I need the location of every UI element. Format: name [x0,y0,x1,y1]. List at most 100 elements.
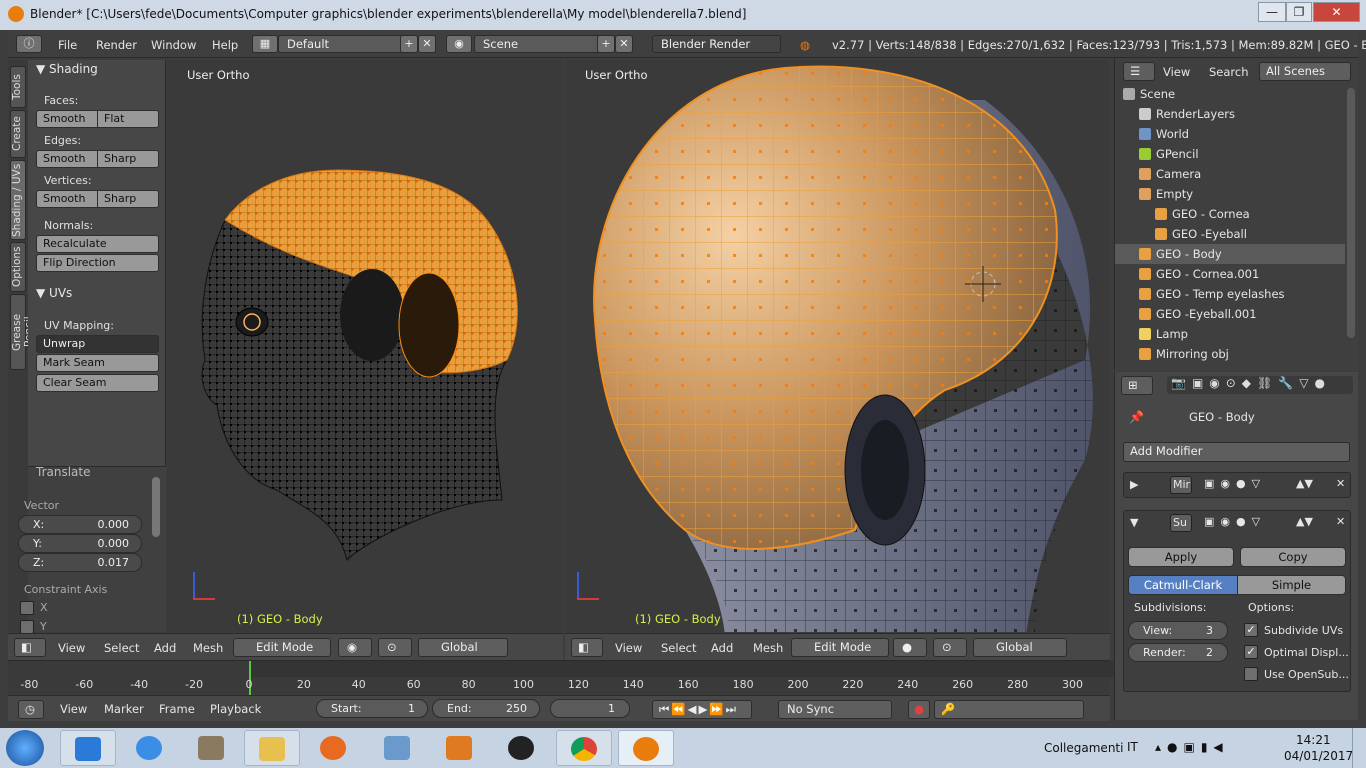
sync-dropdown[interactable]: No Sync [778,700,892,719]
outliner-row[interactable]: World [1115,124,1345,144]
viewport-right[interactable]: User Ortho (1) GEO - Body [565,60,1110,632]
scene-add-icon[interactable]: + [597,35,615,53]
edges-smooth-button[interactable]: Smooth [36,150,98,168]
outliner-row[interactable]: GEO - Temp eyelashes [1115,284,1345,304]
properties-context-tabs[interactable]: 📷▣◉⊙◆⛓🔧▽● [1167,376,1353,394]
menu-add-left[interactable]: Add [154,641,176,655]
apply-button[interactable]: Apply [1128,547,1234,567]
render-subdivisions-field[interactable]: Render: 2 [1128,643,1228,662]
office-taskbar-icon[interactable] [432,730,488,766]
mirror-modifier-name[interactable]: Mir [1170,476,1192,494]
subsurf-modifier-name[interactable]: Su [1170,514,1192,532]
tab-shading-uvs[interactable]: Shading / UVs [10,160,26,240]
outliner-row[interactable]: GEO - Body [1115,244,1345,264]
scene-icon[interactable]: ◉ [446,35,472,53]
clock-time[interactable]: 14:21 [1296,733,1331,747]
outliner-row[interactable]: GPencil [1115,144,1345,164]
layout-icon[interactable]: ▦ [252,35,278,53]
copy-button[interactable]: Copy [1240,547,1346,567]
faces-flat-button[interactable]: Flat [97,110,159,128]
unwrap-dropdown[interactable]: Unwrap [36,335,159,353]
render-engine-dropdown[interactable]: Blender Render [652,35,781,53]
outliner-menu-view[interactable]: View [1163,65,1190,79]
mirror-visibility-icons[interactable]: ▣◉●▽ [1204,477,1266,490]
layout-remove-icon[interactable]: ✕ [418,35,436,53]
outliner-row[interactable]: Mirroring obj [1115,344,1345,364]
media-player-taskbar-icon[interactable] [60,730,116,766]
mirror-move-icons[interactable]: ▲▼ [1296,477,1313,490]
constraint-y-checkbox[interactable] [20,620,34,634]
outliner-row[interactable]: Empty [1115,184,1345,204]
mark-seam-button[interactable]: Mark Seam [36,354,159,372]
clock-date[interactable]: 04/01/2017 [1284,749,1353,763]
pivot-dropdown-right-icon[interactable]: ⊙ [933,638,967,657]
outliner-row[interactable]: Camera [1115,164,1345,184]
constraint-x-checkbox[interactable] [20,601,34,615]
uvs-panel-header[interactable]: ▼ UVs [36,286,72,300]
tray-icons[interactable]: ▴●▣▮◀ [1155,740,1229,754]
mode-dropdown-right[interactable]: Edit Mode [791,638,889,657]
shading-dropdown-left-icon[interactable]: ◉ [338,638,372,657]
mode-dropdown-left[interactable]: Edit Mode [233,638,331,657]
menu-render[interactable]: Render [96,38,137,52]
catmull-clark-button[interactable]: Catmull-Clark [1128,575,1238,595]
panel-scrollbar[interactable] [152,477,160,537]
menu-add-right[interactable]: Add [711,641,733,655]
shading-panel-header[interactable]: ▼ Shading [36,62,98,76]
outliner-row[interactable]: Lamp [1115,324,1345,344]
shading-dropdown-right-icon[interactable]: ● [893,638,927,657]
menu-view-timeline[interactable]: View [60,702,87,716]
tray-language[interactable]: IT [1127,740,1138,754]
editor-type-right-icon[interactable]: ◧ [571,638,603,657]
clear-seam-button[interactable]: Clear Seam [36,374,159,392]
menu-view-left[interactable]: View [58,641,85,655]
internet-explorer-taskbar-icon[interactable] [122,730,178,766]
start-frame-field[interactable]: Start: 1 [316,699,428,718]
subdivide-uvs-checkbox[interactable]: ✓ [1244,623,1258,637]
start-button[interactable] [6,730,44,766]
record-icon[interactable]: ● [908,700,930,719]
menu-playback[interactable]: Playback [210,702,261,716]
menu-view-right[interactable]: View [615,641,642,655]
use-opensubdiv-checkbox[interactable] [1244,667,1258,681]
outliner-row[interactable]: GEO -Eyeball.001 [1115,304,1345,324]
pin-icon[interactable]: 📌 [1129,410,1144,424]
outliner-menu-search[interactable]: Search [1209,65,1249,79]
current-frame-field[interactable]: 1 [550,699,630,718]
menu-file[interactable]: File [58,38,77,52]
timeline-editor-icon[interactable]: ◷ [18,700,44,719]
tab-create[interactable]: Create [10,110,26,158]
minimize-button[interactable]: — [1258,2,1286,22]
vertices-smooth-button[interactable]: Smooth [36,190,98,208]
gimp-taskbar-icon[interactable] [184,730,240,766]
menu-marker[interactable]: Marker [104,702,144,716]
pivot-dropdown-left-icon[interactable]: ⊙ [378,638,412,657]
subsurf-move-icons[interactable]: ▲▼ [1296,515,1313,528]
photo-viewer-taskbar-icon[interactable] [370,730,426,766]
menu-window[interactable]: Window [151,38,196,52]
menu-mesh-left[interactable]: Mesh [193,641,223,655]
edges-sharp-button[interactable]: Sharp [97,150,159,168]
menu-mesh-right[interactable]: Mesh [753,641,783,655]
tray-links-label[interactable]: Collegamenti [1044,741,1123,755]
subsurf-visibility-icons[interactable]: ▣◉●▽ [1204,515,1266,528]
orientation-dropdown-right[interactable]: Global [973,638,1067,657]
outliner-row[interactable]: Scene [1115,84,1345,104]
view-subdivisions-field[interactable]: View: 3 [1128,621,1228,640]
close-button[interactable]: ✕ [1313,2,1360,22]
keying-set-field[interactable]: 🔑 [934,700,1084,719]
vector-y-field[interactable]: Y: 0.000 [18,534,142,553]
menu-select-right[interactable]: Select [661,641,696,655]
outliner-row[interactable]: GEO -Eyeball [1115,224,1345,244]
outliner-scrollbar[interactable] [1347,88,1355,338]
tab-grease-pencil[interactable]: Grease Pencil [10,294,35,370]
chrome-taskbar-icon[interactable] [556,730,612,766]
layout-add-icon[interactable]: + [400,35,418,53]
vertices-sharp-button[interactable]: Sharp [97,190,159,208]
outliner-row[interactable]: GEO - Cornea [1115,204,1345,224]
tab-options[interactable]: Options [10,242,26,292]
marvelous-designer-taskbar-icon[interactable] [494,730,550,766]
tab-tools[interactable]: Tools [10,66,26,108]
flip-direction-button[interactable]: Flip Direction [36,254,159,272]
vector-z-field[interactable]: Z: 0.017 [18,553,142,572]
